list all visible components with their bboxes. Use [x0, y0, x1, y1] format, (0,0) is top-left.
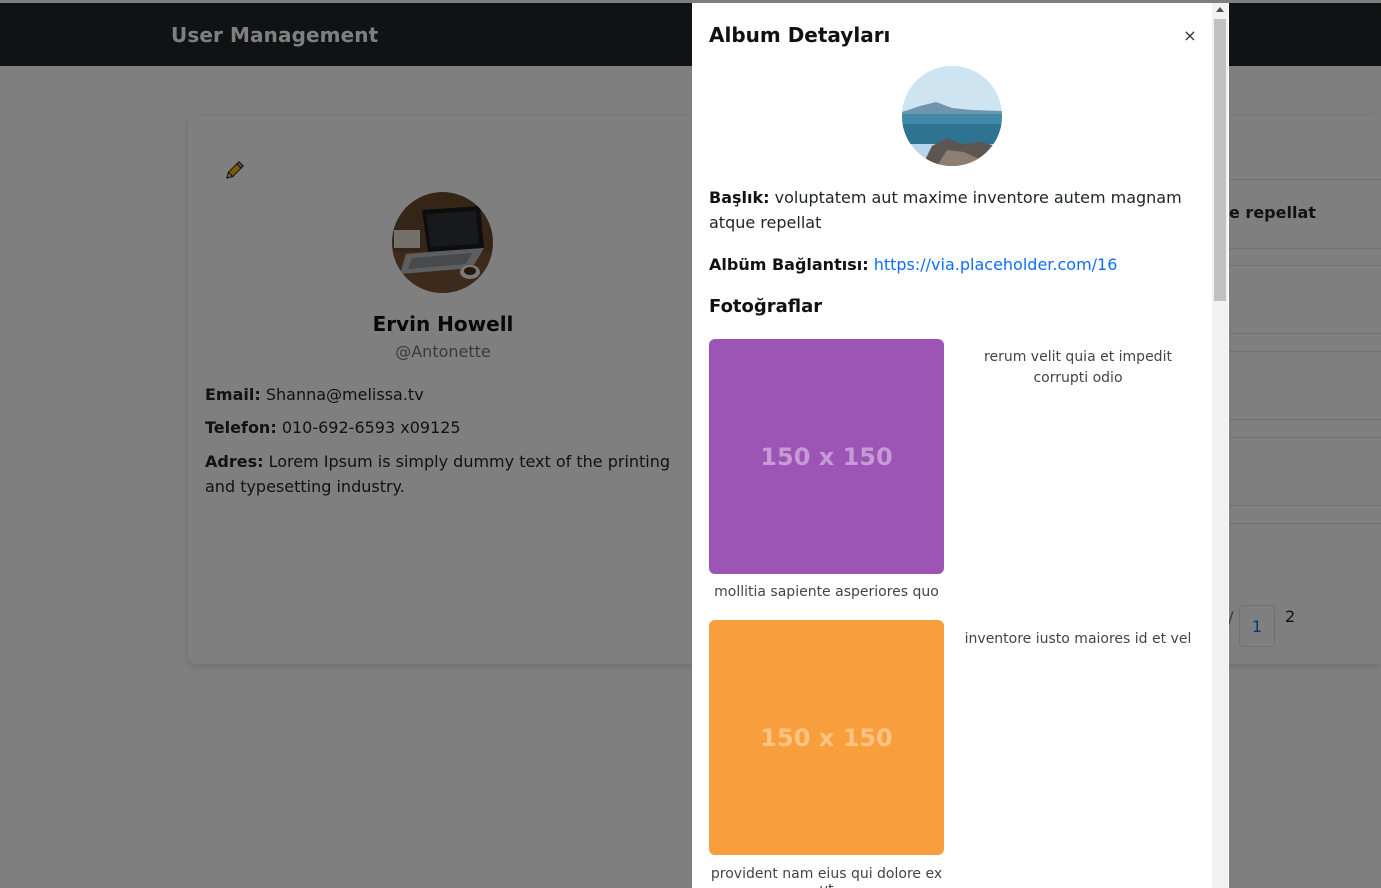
album-link-label: Albüm Bağlantısı: — [709, 255, 869, 274]
photo-side-caption: rerum velit quia et impedit corrupti odi… — [984, 349, 1172, 386]
photo-thumbnail[interactable]: 150 x 150 — [709, 620, 944, 855]
album-link-detail: Albüm Bağlantısı: https://via.placeholde… — [709, 252, 1189, 277]
album-title-label: Başlık: — [709, 188, 770, 207]
album-title-detail: Başlık: voluptatem aut maxime inventore … — [709, 185, 1189, 235]
modal-scrollbar[interactable] — [1212, 3, 1228, 888]
modal-title: Album Detayları — [709, 23, 891, 47]
photo-thumbnail[interactable]: 150 x 150 — [709, 339, 944, 574]
album-cover-image — [902, 66, 1002, 166]
scrollbar-thumb[interactable] — [1214, 19, 1226, 301]
album-title-value: voluptatem aut maxime inventore autem ma… — [709, 188, 1182, 232]
album-details-modal: Album Detayları × Başlık: voluptatem aut… — [692, 3, 1229, 888]
scroll-up-arrow-icon[interactable] — [1216, 7, 1224, 12]
close-icon[interactable]: × — [1182, 27, 1198, 45]
photo-caption: provident nam eius qui dolore ex ut — [710, 866, 943, 888]
photos-heading: Fotoğraflar — [709, 296, 823, 317]
album-link[interactable]: https://via.placeholder.com/16 — [874, 255, 1118, 274]
photo-side-caption: inventore iusto maiores id et vel — [964, 631, 1192, 647]
photo-caption: mollitia sapiente asperiores quo — [714, 584, 939, 600]
